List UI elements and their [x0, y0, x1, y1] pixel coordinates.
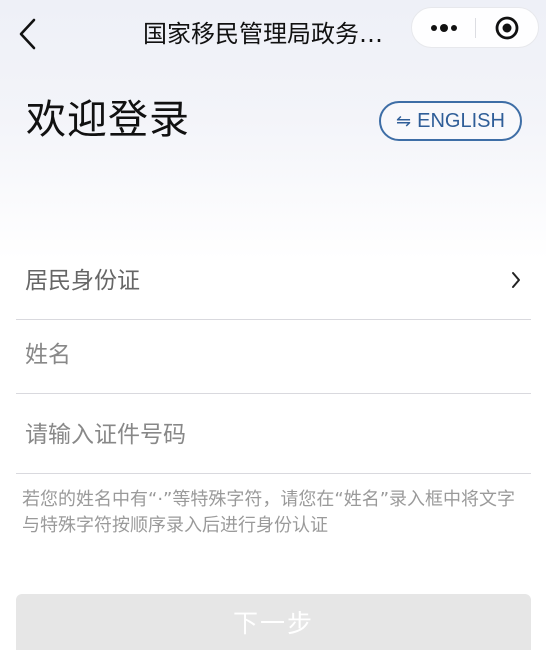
swap-arrows-icon: ⇋	[396, 111, 412, 131]
target-circle-icon	[495, 16, 519, 39]
chevron-left-icon	[19, 18, 36, 50]
id-number-input[interactable]	[25, 414, 505, 456]
id-number-row	[16, 396, 531, 474]
language-button-label: ENGLISH	[417, 109, 505, 132]
next-step-button[interactable]: 下一步	[16, 594, 531, 650]
name-row	[16, 316, 531, 394]
id-type-selector[interactable]: 居民身份证	[16, 242, 531, 320]
navigation-bar: 国家移民管理局政务…	[0, 0, 546, 68]
english-language-button[interactable]: ⇋ ENGLISH	[379, 101, 522, 141]
mini-program-capsule	[411, 7, 539, 48]
id-type-value: 居民身份证	[25, 268, 140, 294]
more-dots-icon	[430, 23, 457, 32]
chevron-right-icon	[512, 272, 520, 288]
close-mini-program-button[interactable]	[476, 8, 538, 47]
back-button[interactable]	[8, 12, 48, 56]
special-character-hint: 若您的姓名中有“·”等特殊字符，请您在“姓名”录入框中将文字与特殊字符按顺序录入…	[22, 489, 516, 536]
name-input[interactable]	[25, 334, 505, 376]
navigation-title: 国家移民管理局政务…	[143, 20, 383, 48]
more-button[interactable]	[412, 8, 475, 47]
page-title: 欢迎登录	[26, 97, 190, 143]
